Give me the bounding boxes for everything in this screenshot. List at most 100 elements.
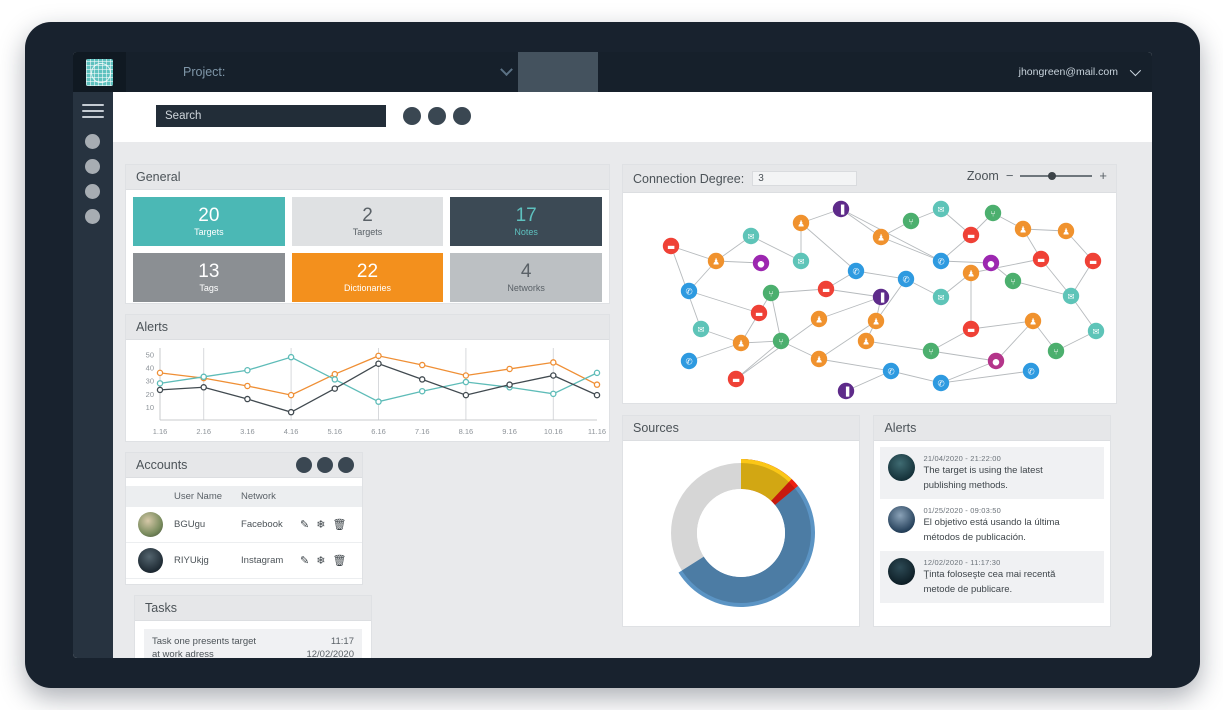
- tile-notes-17[interactable]: 17 Notes: [450, 197, 602, 246]
- zoom-in-button[interactable]: +: [1099, 168, 1107, 183]
- snowflake-icon[interactable]: ❄: [316, 518, 325, 531]
- accounts-action-3[interactable]: [338, 457, 354, 473]
- graph-node[interactable]: ⑂: [922, 342, 940, 360]
- zoom-out-button[interactable]: −: [1006, 168, 1014, 183]
- graph-node[interactable]: ✉: [932, 200, 950, 218]
- rail-dot-3[interactable]: [85, 184, 100, 199]
- graph-node[interactable]: ▐: [872, 288, 890, 306]
- project-chevron-down-icon[interactable]: [493, 52, 519, 92]
- graph-node[interactable]: ✆: [1022, 362, 1040, 380]
- graph-node[interactable]: ♟: [1024, 312, 1042, 330]
- graph-node[interactable]: ⑂: [902, 212, 920, 230]
- table-row[interactable]: RIYUkjg Instagram ✎ ❄ 🗑: [126, 542, 362, 579]
- phone-icon: ✆: [937, 380, 944, 390]
- connection-degree-input[interactable]: 3: [752, 171, 858, 186]
- graph-node[interactable]: ⑂: [1047, 342, 1065, 360]
- tile-targets-20[interactable]: 20 Targets: [133, 197, 285, 246]
- app-logo[interactable]: [73, 52, 126, 92]
- graph-node[interactable]: ✆: [847, 262, 865, 280]
- graph-node[interactable]: ✆: [680, 282, 698, 300]
- graph-node[interactable]: ✆: [932, 374, 950, 392]
- trash-icon[interactable]: 🗑: [332, 518, 346, 531]
- graph-node[interactable]: ✆: [932, 252, 950, 270]
- graph-node[interactable]: ✆: [882, 362, 900, 380]
- project-label: Project:: [183, 65, 226, 79]
- building-icon: ▐: [843, 387, 850, 398]
- svg-text:20: 20: [146, 390, 154, 399]
- graph-node[interactable]: ✉: [792, 252, 810, 270]
- mail-icon: ✉: [697, 326, 704, 336]
- rail-dot-2[interactable]: [85, 159, 100, 174]
- accounts-action-2[interactable]: [317, 457, 333, 473]
- graph-node[interactable]: ✆: [680, 352, 698, 370]
- graph-node[interactable]: ♟: [1014, 220, 1032, 238]
- list-item[interactable]: Task one presents target at work adress …: [144, 629, 362, 658]
- graph-node[interactable]: ♟: [732, 334, 750, 352]
- list-item[interactable]: 12/02/2020 - 11:17:30 Ţinta foloseşte ce…: [880, 551, 1105, 603]
- pencil-icon[interactable]: ✎: [300, 518, 309, 531]
- graph-node[interactable]: ▐: [837, 382, 855, 400]
- graph-node[interactable]: ♟: [867, 312, 885, 330]
- graph-node[interactable]: ✉: [692, 320, 710, 338]
- accounts-action-1[interactable]: [296, 457, 312, 473]
- graph-node[interactable]: ▬: [1084, 252, 1102, 270]
- trash-icon[interactable]: 🗑: [332, 554, 346, 567]
- graph-node[interactable]: ▬: [727, 370, 745, 388]
- tile-dictionaries-22[interactable]: 22 Dictionaries: [291, 253, 444, 302]
- graph-node[interactable]: ▐: [832, 200, 850, 218]
- rail-dot-1[interactable]: [85, 134, 100, 149]
- tile-tags-13[interactable]: 13 Tags: [133, 253, 285, 302]
- project-selector[interactable]: Project:: [183, 52, 438, 92]
- graph-node[interactable]: ●: [982, 254, 1000, 272]
- graph-node[interactable]: ⑂: [984, 204, 1002, 222]
- graph-node[interactable]: ♟: [872, 228, 890, 246]
- user-menu[interactable]: jhongreen@mail.com: [1019, 52, 1142, 92]
- hamburger-menu-icon[interactable]: [82, 104, 104, 122]
- graph-edge: [940, 370, 1032, 384]
- graph-node[interactable]: ♟: [810, 350, 828, 368]
- alert-text-line2: metode de publicare.: [923, 583, 1013, 595]
- graph-node[interactable]: ♟: [707, 252, 725, 270]
- zoom-slider[interactable]: [1020, 171, 1093, 180]
- graph-node[interactable]: ⑂: [772, 332, 790, 350]
- graph-node[interactable]: ✉: [1087, 322, 1105, 340]
- graph-node[interactable]: ♟: [810, 310, 828, 328]
- tile-targets-2[interactable]: 2 Targets: [291, 197, 444, 246]
- mail-icon: ✉: [747, 233, 754, 243]
- graph-node[interactable]: ✉: [742, 227, 760, 245]
- graph-node[interactable]: ▬: [1032, 250, 1050, 268]
- tab-active[interactable]: [518, 52, 598, 92]
- list-item[interactable]: 01/25/2020 - 09:03:50 El objetivo está u…: [880, 499, 1104, 551]
- mail-icon: ✉: [937, 206, 944, 216]
- tile-networks-4[interactable]: 4 Networks: [450, 253, 602, 302]
- graph-node[interactable]: ♟: [1057, 222, 1075, 240]
- graph-node[interactable]: ✆: [897, 270, 915, 288]
- graph-node[interactable]: ♟: [962, 264, 980, 282]
- table-row[interactable]: BGUgu Facebook ✎ ❄ 🗑: [126, 507, 362, 543]
- search-action-3[interactable]: [453, 107, 471, 125]
- pencil-icon[interactable]: ✎: [300, 554, 309, 567]
- svg-text:4.16: 4.16: [284, 427, 299, 436]
- list-item[interactable]: 21/04/2020 - 21:22:00 The target is usin…: [880, 447, 1105, 499]
- graph-node[interactable]: ▬: [662, 237, 680, 255]
- graph-node[interactable]: ✉: [932, 288, 950, 306]
- graph-node[interactable]: ✉: [1062, 287, 1080, 305]
- graph-node[interactable]: ●: [987, 352, 1005, 370]
- search-input[interactable]: Search: [156, 105, 386, 127]
- search-action-1[interactable]: [403, 107, 421, 125]
- location-pin-icon: ●: [757, 260, 764, 270]
- graph-node[interactable]: ▬: [962, 320, 980, 338]
- zoom-slider-knob[interactable]: [1048, 171, 1057, 180]
- graph-node[interactable]: ▬: [817, 280, 835, 298]
- graph-node[interactable]: ⑂: [762, 284, 780, 302]
- rail-dot-4[interactable]: [85, 209, 100, 224]
- graph-node[interactable]: ♟: [792, 214, 810, 232]
- graph-node[interactable]: ▬: [962, 226, 980, 244]
- network-graph-svg[interactable]: ♟✆✉▬●♟▐♟⑂✉▬⑂♟✆ ●⑂ ▬✆♟▐✆✉♟⑂▬✉♟✆▬⑂♟♟✆▐⑂▬✆●♟⑂…: [623, 193, 1116, 403]
- snowflake-icon[interactable]: ❄: [316, 554, 325, 567]
- graph-node[interactable]: ●: [752, 254, 770, 272]
- graph-node[interactable]: ⑂: [1004, 272, 1022, 290]
- graph-node[interactable]: ▬: [750, 304, 768, 322]
- graph-node[interactable]: ♟: [857, 332, 875, 350]
- search-action-2[interactable]: [428, 107, 446, 125]
